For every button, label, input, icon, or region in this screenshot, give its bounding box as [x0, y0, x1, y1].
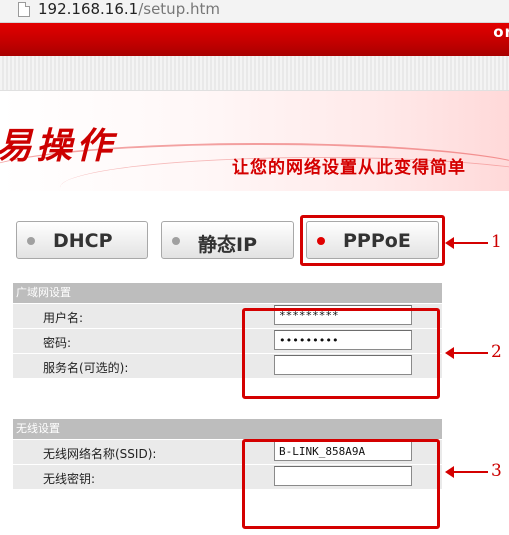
wireless-key-row: 无线密钥: — [13, 465, 442, 490]
password-row: 密码: — [13, 329, 442, 354]
url-text[interactable]: 192.168.16.1/setup.htm — [38, 0, 220, 18]
wan-settings-heading: 广域网设置 — [13, 283, 442, 304]
banner-title: 易操作 — [0, 126, 117, 167]
mode-button-label: DHCP — [53, 230, 113, 252]
radio-dot-selected-icon — [317, 237, 325, 245]
annotation-number: 1 — [491, 232, 502, 252]
brand-fragment: or — [493, 23, 509, 41]
radio-dot-icon — [27, 237, 35, 245]
ssid-row: 无线网络名称(SSID): — [13, 440, 442, 465]
header-strip — [0, 56, 509, 91]
service-name-input[interactable] — [274, 355, 412, 375]
ssid-label: 无线网络名称(SSID): — [43, 447, 157, 461]
mode-button-static-ip[interactable]: 静态IP — [161, 221, 294, 259]
password-label: 密码: — [43, 336, 72, 350]
annotation-number: 2 — [491, 342, 502, 362]
annotation-arrow-icon — [445, 347, 488, 359]
url-path: /setup.htm — [138, 0, 220, 18]
wan-settings-section: 广域网设置 用户名: 密码: 服务名(可选的): — [13, 283, 442, 379]
mode-button-pppoe[interactable]: PPPoE — [306, 221, 439, 259]
mode-button-label: 静态IP — [198, 234, 257, 256]
wireless-settings-heading: 无线设置 — [13, 419, 442, 440]
mode-button-label: PPPoE — [343, 230, 411, 252]
annotation-number: 3 — [491, 461, 502, 481]
page-icon — [18, 2, 30, 17]
mode-button-dhcp[interactable]: DHCP — [16, 221, 148, 259]
ssid-input[interactable] — [274, 441, 412, 461]
radio-dot-icon — [172, 237, 180, 245]
wireless-key-input[interactable] — [274, 466, 412, 486]
header-band: or — [0, 23, 509, 56]
wireless-key-label: 无线密钥: — [43, 472, 96, 486]
banner: 易操作 让您的网络设置从此变得简单 — [0, 91, 509, 191]
annotation-arrow-icon — [445, 237, 488, 249]
wireless-settings-section: 无线设置 无线网络名称(SSID): 无线密钥: — [13, 419, 442, 490]
username-label: 用户名: — [43, 311, 84, 325]
annotation-arrow-icon — [445, 466, 488, 478]
url-host: 192.168.16.1 — [38, 0, 139, 18]
service-name-row: 服务名(可选的): — [13, 354, 442, 379]
password-input[interactable] — [274, 330, 412, 350]
username-input[interactable] — [274, 305, 412, 325]
service-name-label: 服务名(可选的): — [43, 361, 129, 375]
address-bar[interactable]: 192.168.16.1/setup.htm — [0, 0, 509, 23]
username-row: 用户名: — [13, 304, 442, 329]
banner-slogan: 让您的网络设置从此变得简单 — [232, 158, 466, 178]
